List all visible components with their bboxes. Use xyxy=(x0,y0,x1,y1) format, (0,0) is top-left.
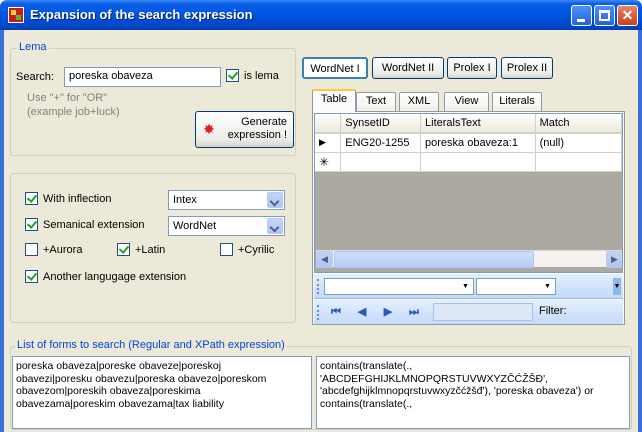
move-first-icon[interactable]: ⏮ xyxy=(328,304,344,320)
semantical-label: Semanical extension xyxy=(43,218,145,231)
aurora-check-icon xyxy=(25,243,38,256)
filter-label: Filter: xyxy=(539,305,567,317)
is-lema-checkbox[interactable]: is lema xyxy=(226,69,279,82)
search-input[interactable]: poreska obaveza xyxy=(64,67,221,87)
burst-icon: ✸ xyxy=(203,121,215,137)
close-button[interactable]: ✕ xyxy=(617,5,638,26)
window-title: Expansion of the search expression xyxy=(30,7,253,22)
chevron-down-icon[interactable] xyxy=(267,218,283,234)
inflection-select[interactable]: Intex xyxy=(168,190,285,210)
horizontal-scrollbar[interactable]: ◀ ▶ xyxy=(316,250,622,268)
new-row-cell[interactable] xyxy=(535,152,622,172)
minimize-icon xyxy=(577,19,585,22)
table-tab-page: SynsetID LiteralsText Match ▶ ENG20-1255… xyxy=(312,111,625,325)
current-row-arrow-icon: ▶ xyxy=(315,133,342,153)
scroll-right-icon[interactable]: ▶ xyxy=(606,251,622,268)
overflow-icon[interactable]: ▼ xyxy=(613,278,621,295)
move-previous-icon[interactable]: ◀ xyxy=(354,304,370,320)
aurora-checkbox[interactable]: +Aurora xyxy=(25,243,82,256)
generate-label: Generate expression ! xyxy=(227,116,287,141)
maximize-button[interactable] xyxy=(594,5,615,26)
grid-header-row: SynsetID LiteralsText Match xyxy=(315,114,622,134)
source-wordnet-1[interactable]: WordNet I xyxy=(302,57,368,79)
latin-check-icon xyxy=(117,243,130,256)
is-lema-label: is lema xyxy=(244,69,279,82)
grip-icon xyxy=(317,305,320,320)
column-header-synsetid[interactable]: SynsetID xyxy=(340,114,422,134)
tab-text[interactable]: Text xyxy=(356,92,396,111)
source-wordnet-2[interactable]: WordNet II xyxy=(372,57,444,79)
tab-xml[interactable]: XML xyxy=(399,92,439,111)
hint-or: Use "+" for "OR" xyxy=(27,92,108,104)
xpath-forms-textarea[interactable]: contains(translate(., 'ABCDEFGHIJKLMNOPQ… xyxy=(316,356,630,429)
filter-operator-select[interactable]: ▼ xyxy=(476,278,556,295)
table-row[interactable]: ▶ ENG20-1255 poreska obaveza:1 (null) xyxy=(315,133,622,153)
binding-navigator: ⏮ ◀ ▶ ⏭ Filter: xyxy=(314,300,623,324)
grip-icon xyxy=(317,279,320,294)
another-language-label: Another langugage extension xyxy=(43,270,187,283)
new-row-cell[interactable] xyxy=(340,152,422,172)
move-next-icon[interactable]: ▶ xyxy=(380,304,396,320)
tab-view[interactable]: View xyxy=(444,92,489,111)
new-row-cell[interactable] xyxy=(420,152,536,172)
another-language-checkbox[interactable]: Another langugage extension xyxy=(25,270,186,283)
regular-forms-textarea[interactable]: poreska obaveza|poreske obaveze|poreskoj… xyxy=(12,356,312,429)
lema-group-title: Lema xyxy=(17,41,49,53)
results-table: SynsetID LiteralsText Match ▶ ENG20-1255… xyxy=(315,114,622,172)
results-grid[interactable]: SynsetID LiteralsText Match ▶ ENG20-1255… xyxy=(314,113,623,273)
cyrilic-check-icon xyxy=(220,243,233,256)
generate-expression-button[interactable]: ✸ Generate expression ! xyxy=(195,111,294,148)
cyrilic-label: +Cyrilic xyxy=(238,243,275,256)
with-inflection-label: With inflection xyxy=(43,192,112,205)
chevron-down-icon[interactable]: ▼ xyxy=(541,280,554,293)
source-prolex-2[interactable]: Prolex II xyxy=(501,57,553,79)
minimize-button[interactable] xyxy=(571,5,592,26)
tab-table[interactable]: Table xyxy=(312,89,356,112)
cell-synsetid[interactable]: ENG20-1255 xyxy=(340,133,422,153)
scrollbar-thumb[interactable] xyxy=(334,251,534,268)
tab-literals[interactable]: Literals xyxy=(492,92,542,111)
options-group: With inflection Intex Semanical extensio… xyxy=(10,173,296,323)
semantical-value: WordNet xyxy=(173,220,217,232)
move-last-icon[interactable]: ⏭ xyxy=(406,304,422,320)
column-header-match[interactable]: Match xyxy=(535,114,622,134)
hint-example: (example job+luck) xyxy=(27,106,120,118)
column-header-literalstext[interactable]: LiteralsText xyxy=(420,114,536,134)
new-row-asterisk-icon: ✳ xyxy=(315,152,342,172)
search-label: Search: xyxy=(16,71,54,83)
filter-toolstrip: ▼ ▼ ▼ xyxy=(314,274,623,299)
maximize-icon xyxy=(599,10,610,21)
another-language-check-icon xyxy=(25,270,38,283)
inflection-value: Intex xyxy=(173,194,197,206)
cell-match[interactable]: (null) xyxy=(535,133,622,153)
main-window: Expansion of the search expression ✕ Lem… xyxy=(0,0,642,432)
with-inflection-check-icon xyxy=(25,192,38,205)
app-icon xyxy=(8,7,24,23)
position-textbox[interactable] xyxy=(433,303,533,321)
semantical-select[interactable]: WordNet xyxy=(168,216,285,236)
row-header-corner xyxy=(315,114,342,134)
latin-checkbox[interactable]: +Latin xyxy=(117,243,165,256)
client-area: Lema Search: poreska obaveza is lema Use… xyxy=(4,30,638,432)
forms-group-title: List of forms to search (Regular and XPa… xyxy=(15,339,287,351)
is-lema-check-icon xyxy=(226,69,239,82)
semantical-check-icon xyxy=(25,218,38,231)
cell-literalstext[interactable]: poreska obaveza:1 xyxy=(420,133,536,153)
close-icon: ✕ xyxy=(621,7,634,23)
with-inflection-checkbox[interactable]: With inflection xyxy=(25,192,111,205)
scroll-left-icon[interactable]: ◀ xyxy=(316,251,333,268)
chevron-down-icon[interactable] xyxy=(267,192,283,208)
semantical-checkbox[interactable]: Semanical extension xyxy=(25,218,145,231)
latin-label: +Latin xyxy=(135,243,166,256)
chevron-down-icon[interactable]: ▼ xyxy=(459,280,472,293)
new-row[interactable]: ✳ xyxy=(315,152,622,172)
title-bar[interactable]: Expansion of the search expression ✕ xyxy=(0,0,642,30)
filter-column-select[interactable]: ▼ xyxy=(324,278,474,295)
cyrilic-checkbox[interactable]: +Cyrilic xyxy=(220,243,274,256)
aurora-label: +Aurora xyxy=(43,243,83,256)
source-prolex-1[interactable]: Prolex I xyxy=(447,57,497,79)
